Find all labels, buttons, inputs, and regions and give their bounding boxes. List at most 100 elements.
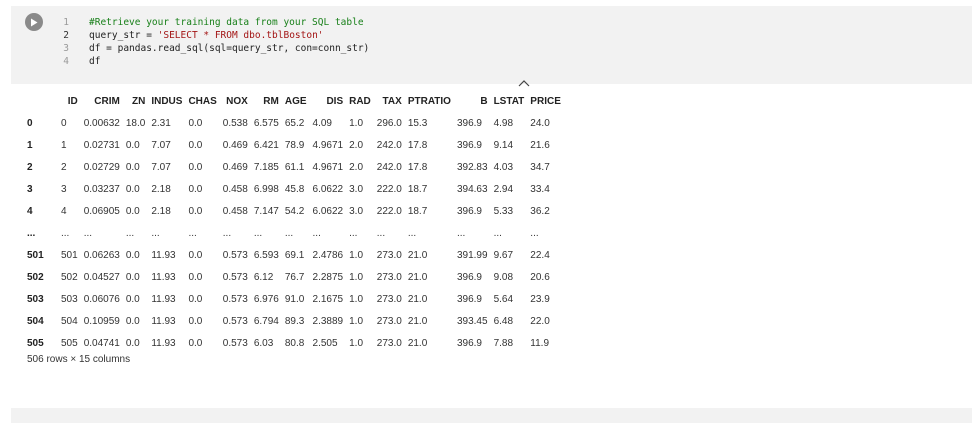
- table-cell: 4: [61, 205, 67, 217]
- chevron-up-icon[interactable]: [518, 79, 530, 87]
- table-cell: 21.0: [407, 293, 428, 305]
- code-line[interactable]: 2 query_str = 'SELECT * FROM dbo.tblBosto…: [51, 29, 369, 42]
- table-cell: 4.98: [493, 117, 514, 129]
- table-cell: 2.94: [493, 183, 514, 195]
- table-cell: 6.421: [253, 139, 279, 151]
- code-token: #Retrieve your training data from your S…: [89, 17, 364, 28]
- table-header-row: ID CRIM ZN INDUS CHAS NOX RM AGE DIS RAD TAX PTRATI…: [24, 90, 564, 112]
- table-cell: 1.0: [349, 337, 364, 349]
- table-cell: ...: [284, 227, 294, 239]
- line-number: 3: [63, 43, 69, 54]
- code-line[interactable]: 1 #Retrieve your training data from your …: [51, 16, 369, 29]
- code-cell[interactable]: 1 #Retrieve your training data from your …: [11, 6, 972, 87]
- table-cell: 4.9671: [312, 139, 344, 151]
- table-row: 501 501 0.06263 0.0 11.93 0.0 0.573 6.593 69.1 2.…: [24, 244, 564, 266]
- table-cell: 18.7: [407, 205, 428, 217]
- table-cell: 21.6: [530, 139, 550, 151]
- code-line[interactable]: 4 df: [51, 55, 369, 68]
- table-cell: 2.18: [151, 205, 171, 217]
- row-index: 3: [27, 183, 33, 195]
- table-row: ........................................…: [24, 222, 564, 244]
- table-cell: 0: [61, 117, 67, 129]
- table-cell: 0.0: [125, 161, 140, 173]
- table-cell: 393.45: [456, 315, 488, 327]
- table-cell: 91.0: [284, 293, 305, 305]
- table-cell: 392.83: [456, 161, 488, 173]
- table-row: 504 504 0.10959 0.0 11.93 0.0 0.573 6.794 89.3 2.…: [24, 310, 564, 332]
- table-cell: 0.538: [222, 117, 248, 129]
- table-cell: 15.3: [407, 117, 428, 129]
- table-cell: 7.07: [151, 139, 171, 151]
- code-line[interactable]: 3 df = pandas.read_sql(sql=query_str, con…: [51, 42, 369, 55]
- table-cell: 6.48: [493, 315, 514, 327]
- table-cell: ...: [222, 227, 232, 239]
- run-cell-button[interactable]: [25, 13, 43, 31]
- table-cell: 242.0: [376, 161, 402, 173]
- table-cell: 5.64: [493, 293, 514, 305]
- code-token: 'SELECT * FROM dbo.tblBoston': [157, 30, 324, 41]
- table-cell: 273.0: [376, 249, 402, 261]
- table-cell: 6.12: [253, 271, 274, 283]
- table-cell: 21.0: [407, 271, 428, 283]
- table-cell: 0.0: [125, 293, 140, 305]
- table-cell: 0.06263: [83, 249, 120, 261]
- table-cell: 2.0: [349, 161, 364, 173]
- table-cell: 3.0: [349, 205, 364, 217]
- row-index: 0: [27, 117, 33, 129]
- next-code-cell[interactable]: [11, 408, 972, 423]
- code-editor[interactable]: 1 #Retrieve your training data from your …: [51, 16, 369, 68]
- table-cell: 18.7: [407, 183, 428, 195]
- table-cell: 17.8: [407, 161, 428, 173]
- table-cell: 4.9671: [312, 161, 344, 173]
- table-cell: 9.14: [493, 139, 514, 151]
- table-cell: 504: [61, 315, 78, 327]
- table-cell: 0.0: [125, 249, 140, 261]
- table-cell: 33.4: [530, 183, 550, 195]
- table-cell: 0.0: [188, 205, 203, 217]
- table-cell: 11.93: [151, 337, 176, 349]
- table-cell: 0.0: [188, 183, 203, 195]
- table-cell: 61.1: [284, 161, 305, 173]
- table-cell: 54.2: [284, 205, 305, 217]
- table-cell: 1.0: [349, 271, 364, 283]
- table-cell: 3.0: [349, 183, 364, 195]
- table-cell: 2.18: [151, 183, 171, 195]
- table-cell: 5.33: [493, 205, 514, 217]
- table-cell: 11.9: [530, 337, 550, 349]
- table-cell: 0.573: [222, 249, 248, 261]
- column-header: AGE: [284, 95, 307, 107]
- table-row: 0 0 0.00632 18.0 2.31 0.0 0.538 6.575 65.2 4.09 1.…: [24, 112, 564, 134]
- table-cell: 396.9: [456, 205, 482, 217]
- table-row: 3 3 0.03237 0.0 2.18 0.0 0.458 6.998 45.8 6.0622 3…: [24, 178, 564, 200]
- table-cell: 17.8: [407, 139, 428, 151]
- table-cell: 2.2875: [312, 271, 344, 283]
- table-cell: 396.9: [456, 337, 482, 349]
- table-cell: ...: [83, 227, 93, 239]
- column-header: CRIM: [94, 95, 120, 107]
- table-cell: 80.8: [284, 337, 305, 349]
- table-cell: 273.0: [376, 271, 402, 283]
- table-cell: 18.0: [125, 117, 146, 129]
- table-cell: 1.0: [349, 117, 364, 129]
- table-cell: 0.0: [188, 271, 203, 283]
- play-icon: [31, 18, 38, 26]
- table-cell: ...: [312, 227, 321, 239]
- table-cell: 0.0: [188, 117, 203, 129]
- column-header: CHAS: [188, 95, 217, 107]
- table-cell: 0.0: [125, 183, 140, 195]
- table-cell: 0.10959: [83, 315, 120, 327]
- table-cell: 21.0: [407, 315, 428, 327]
- table-cell: 296.0: [376, 117, 402, 129]
- table-cell: 9.08: [493, 271, 514, 283]
- table-cell: ...: [349, 227, 358, 239]
- table-cell: 78.9: [284, 139, 305, 151]
- row-index: 505: [27, 337, 44, 349]
- table-cell: 45.8: [284, 183, 305, 195]
- column-header: LSTAT: [493, 95, 525, 107]
- table-cell: 65.2: [284, 117, 305, 129]
- table-cell: 396.9: [456, 117, 482, 129]
- table-cell: 0.04527: [83, 271, 120, 283]
- table-cell: 6.575: [253, 117, 279, 129]
- column-header: TAX: [382, 95, 402, 107]
- table-cell: 89.3: [284, 315, 305, 327]
